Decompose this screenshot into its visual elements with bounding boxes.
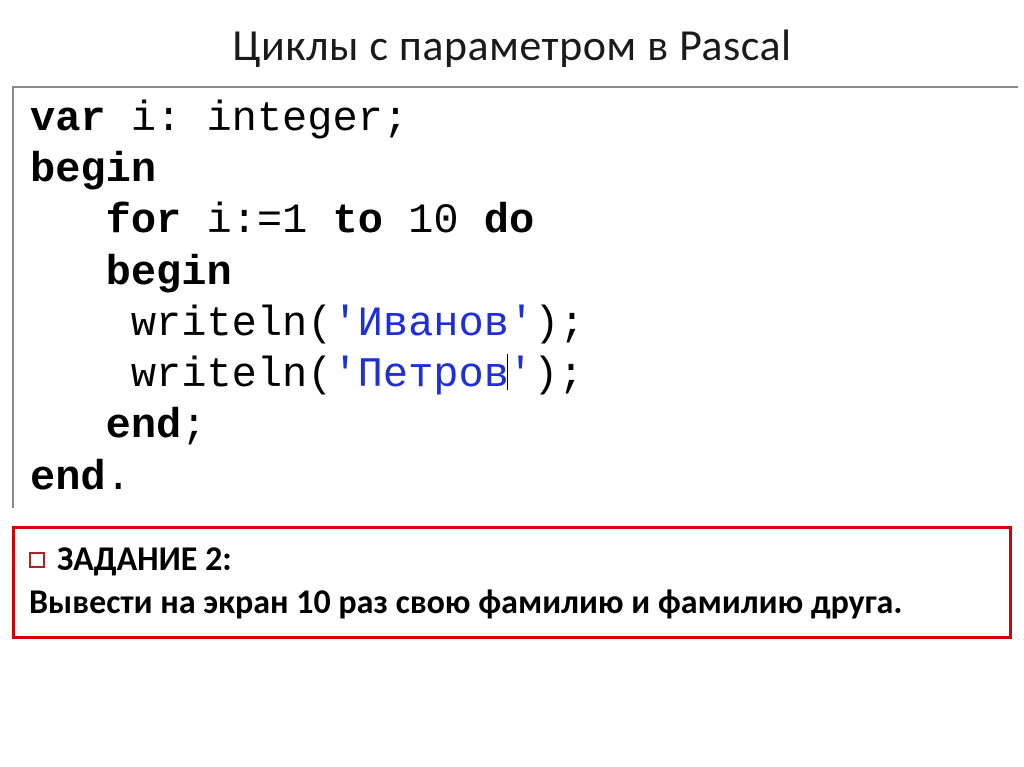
code-call: writeln( <box>131 300 333 348</box>
task-body: Вывести на экран 10 раз свою фамилию и ф… <box>29 582 995 625</box>
code-block: var i: integer; begin for i:=1 to 10 do … <box>12 86 1018 508</box>
keyword-for: for <box>106 197 182 245</box>
code-call: writeln( <box>131 351 333 399</box>
keyword-begin: begin <box>30 146 156 194</box>
task-heading-line: ЗАДАНИЕ 2: <box>29 539 995 580</box>
code-text: i: integer; <box>106 95 408 143</box>
code-text: 10 <box>383 197 484 245</box>
indent <box>30 402 106 450</box>
indent <box>30 249 106 297</box>
slide-title: Циклы с параметром в Pascal <box>0 18 1024 72</box>
keyword-to: to <box>332 197 382 245</box>
bullet-icon <box>29 552 45 568</box>
keyword-do: do <box>484 197 534 245</box>
slide: Циклы с параметром в Pascal var i: integ… <box>0 0 1024 767</box>
indent <box>30 300 131 348</box>
code-content: var i: integer; begin for i:=1 to 10 do … <box>30 94 1018 504</box>
keyword-begin-inner: begin <box>106 249 232 297</box>
task-box: ЗАДАНИЕ 2: Вывести на экран 10 раз свою … <box>12 526 1012 640</box>
string-literal: 'Иванов' <box>332 300 534 348</box>
keyword-var: var <box>30 95 106 143</box>
keyword-end-inner: end <box>106 402 182 450</box>
code-text: ); <box>533 351 583 399</box>
indent <box>30 197 106 245</box>
string-literal: 'Петров <box>332 351 508 399</box>
code-text: ; <box>181 402 206 450</box>
code-text: . <box>106 454 131 502</box>
code-text: ); <box>534 300 584 348</box>
code-text: i:=1 <box>181 197 332 245</box>
keyword-end: end <box>30 454 106 502</box>
indent <box>30 351 131 399</box>
string-literal: ' <box>508 351 533 399</box>
task-heading: ЗАДАНИЕ 2: <box>57 539 232 580</box>
